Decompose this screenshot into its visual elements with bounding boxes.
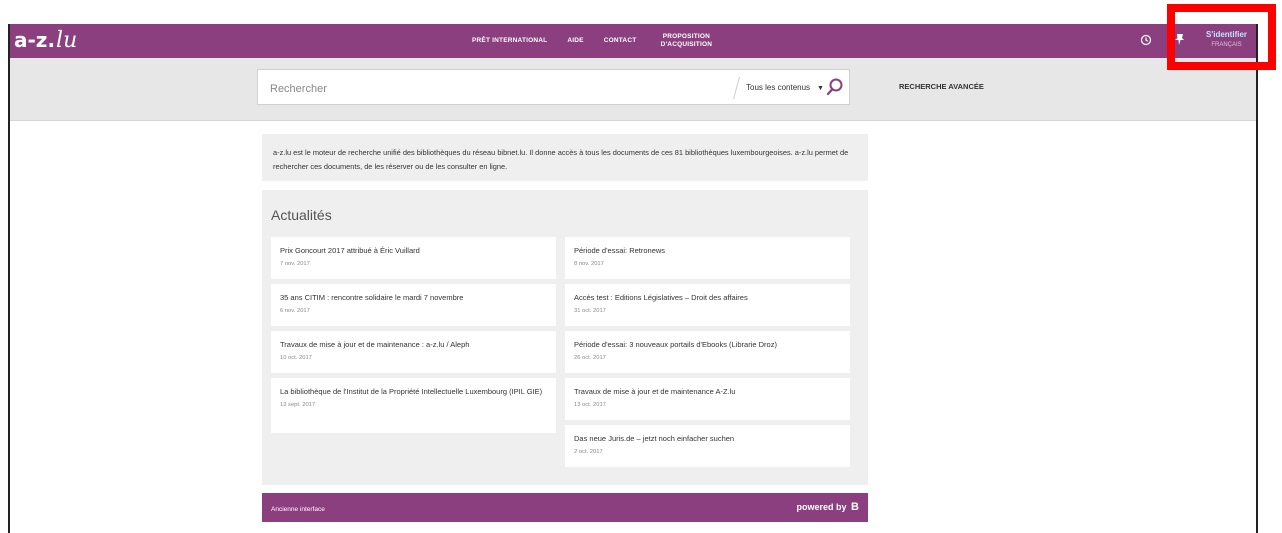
intro-panel: a-z.lu est le moteur de recherche unifié…: [262, 134, 868, 181]
news-item[interactable]: Das neue Juris.de – jetzt noch einfacher…: [565, 425, 850, 467]
news-item[interactable]: La bibliothèque de l'Institut de la Prop…: [271, 378, 556, 433]
sign-in-link[interactable]: S'identifier: [1206, 30, 1247, 39]
language-selector[interactable]: FRANÇAIS: [1206, 42, 1247, 48]
footer-bar: Ancienne interface powered by B: [262, 493, 868, 522]
news-item-date: 13 sept. 2017: [280, 402, 316, 408]
news-item-title: Période d'essai: 3 nouveaux portails d'E…: [574, 340, 777, 349]
logo-text: a-z: [14, 28, 48, 52]
news-item[interactable]: 35 ans CITIM : rencontre solidaire le ma…: [271, 284, 556, 326]
powered-by-brand: B: [851, 501, 859, 513]
news-item-date: 10 oct. 2017: [280, 355, 312, 361]
header-icons: [1140, 24, 1207, 58]
news-item-date: 31 oct. 2017: [574, 308, 606, 314]
search-button[interactable]: [823, 75, 847, 99]
scope-label: Tous les contenus: [746, 83, 811, 92]
login-area[interactable]: S'identifier FRANÇAIS: [1206, 30, 1247, 48]
search-box: Tous les contenus▼: [257, 69, 850, 105]
news-item-title: Travaux de mise à jour et de maintenance…: [574, 387, 736, 396]
news-item[interactable]: Prix Goncourt 2017 attribué à Éric Vuill…: [271, 237, 556, 279]
logo-dot: .: [47, 28, 56, 52]
news-item[interactable]: Travaux de mise à jour et de maintenance…: [271, 331, 556, 373]
pin-icon[interactable]: [1174, 33, 1185, 49]
nav-help[interactable]: AIDE: [567, 37, 583, 45]
search-input[interactable]: [268, 79, 702, 99]
top-bar: a-z.lu PRÊT INTERNATIONAL AIDE CONTACT P…: [10, 24, 1256, 58]
news-item-date: 13 oct. 2017: [574, 402, 606, 408]
nav-acquisition-proposal[interactable]: PROPOSITION D'ACQUISITION: [656, 33, 716, 49]
history-icon[interactable]: [1140, 34, 1152, 49]
news-item[interactable]: Période d'essai: 3 nouveaux portails d'E…: [565, 331, 850, 373]
search-band: Tous les contenus▼ RECHERCHE AVANCÉE: [10, 58, 1256, 121]
news-item-title: Période d'essai: Retronews: [574, 246, 666, 255]
news-title: Actualités: [271, 207, 332, 223]
nav-contact[interactable]: CONTACT: [604, 37, 637, 45]
news-panel: Actualités Prix Goncourt 2017 attribué à…: [262, 190, 868, 485]
powered-by: powered by B: [797, 501, 859, 513]
scope-dropdown[interactable]: Tous les contenus ▼: [746, 83, 824, 92]
old-interface-link[interactable]: Ancienne interface: [271, 506, 325, 513]
news-item-date: 26 oct. 2017: [574, 355, 606, 361]
news-item[interactable]: Travaux de mise à jour et de maintenance…: [565, 378, 850, 420]
scope-divider: [733, 77, 740, 99]
intro-text: a-z.lu est le moteur de recherche unifié…: [273, 148, 849, 171]
advanced-search-link[interactable]: RECHERCHE AVANCÉE: [899, 82, 984, 91]
news-item[interactable]: Période d'essai: Retronews 8 nov. 2017: [565, 237, 850, 279]
logo-suffix: lu: [56, 28, 78, 53]
nav-international-loan[interactable]: PRÊT INTERNATIONAL: [472, 37, 547, 45]
news-item-date: 7 nov. 2017: [280, 261, 310, 267]
powered-by-label: powered by: [796, 502, 847, 512]
news-item-date: 2 oct. 2017: [574, 449, 603, 455]
search-icon: [826, 78, 843, 96]
news-item-title: 35 ans CITIM : rencontre solidaire le ma…: [280, 293, 464, 302]
app-frame: a-z.lu PRÊT INTERNATIONAL AIDE CONTACT P…: [8, 24, 1258, 533]
main-nav: PRÊT INTERNATIONAL AIDE CONTACT PROPOSIT…: [472, 24, 736, 58]
news-item-date: 6 nov. 2017: [280, 308, 310, 314]
news-item-title: La bibliothèque de l'Institut de la Prop…: [280, 387, 543, 396]
news-item-title: Travaux de mise à jour et de maintenance…: [280, 340, 470, 349]
news-item-title: Prix Goncourt 2017 attribué à Éric Vuill…: [280, 246, 420, 255]
news-item-date: 8 nov. 2017: [574, 261, 604, 267]
news-item-title: Accès test : Editions Législatives – Dro…: [574, 293, 748, 302]
news-item[interactable]: Accès test : Editions Législatives – Dro…: [565, 284, 850, 326]
site-logo[interactable]: a-z.lu: [14, 28, 77, 53]
news-item-title: Das neue Juris.de – jetzt noch einfacher…: [574, 434, 735, 443]
